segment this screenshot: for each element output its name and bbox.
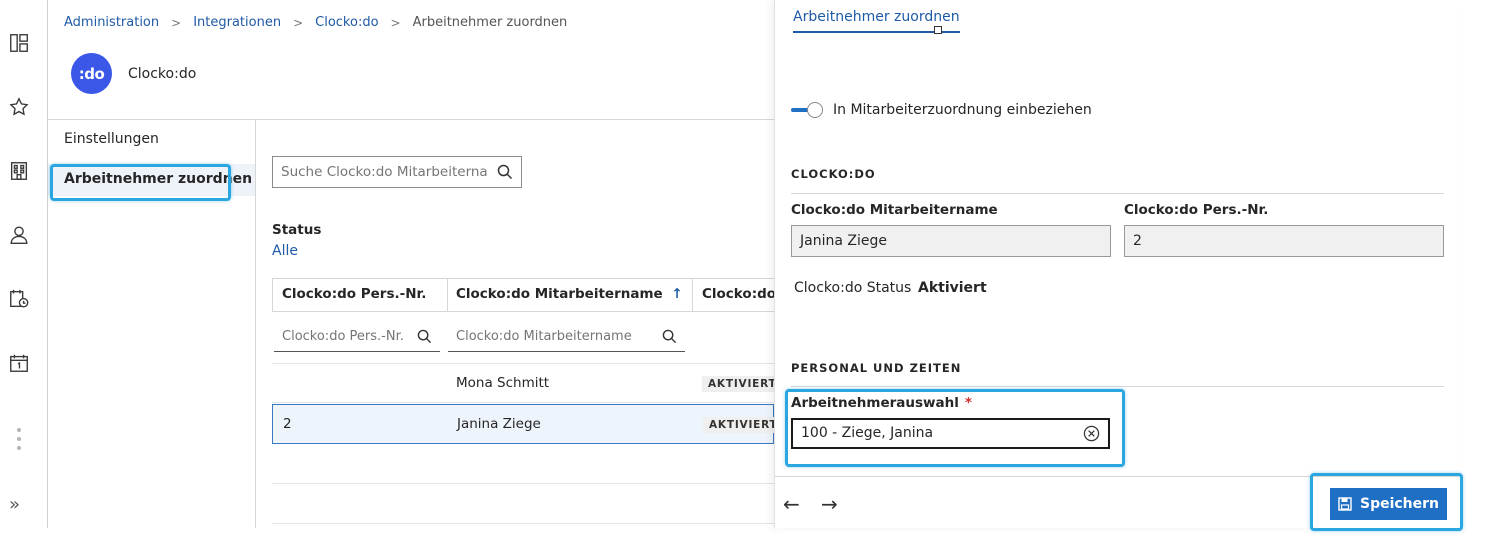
expand-icon[interactable]: » <box>9 494 20 515</box>
search-icon[interactable] <box>662 329 677 348</box>
column-header-label: Clocko:do Mitarbeitername <box>456 286 663 302</box>
chevron-right-icon: > <box>293 15 304 30</box>
status-label: Clocko:do Status <box>794 280 912 296</box>
name-field-label: Clocko:do Mitarbeitername <box>791 202 998 218</box>
search-box <box>272 156 522 188</box>
building-icon[interactable] <box>7 159 31 183</box>
section-title-personal: PERSONAL UND ZEITEN <box>791 361 962 375</box>
dashboard-icon[interactable] <box>7 31 31 55</box>
table-row-empty <box>272 484 774 524</box>
subnav-item-einstellungen[interactable]: Einstellungen <box>64 131 159 147</box>
cell-mitarbeitername: Janina Ziege <box>457 416 541 432</box>
calendar-icon[interactable] <box>7 351 31 375</box>
highlight-select <box>785 389 1125 467</box>
name-field: Janina Ziege <box>791 225 1111 257</box>
column-header-mitarbeitername[interactable]: Clocko:do Mitarbeitername ↑ <box>456 286 683 302</box>
cell-mitarbeitername: Mona Schmitt <box>456 375 550 391</box>
breadcrumb-administration[interactable]: Administration <box>64 15 159 30</box>
subnav-divider <box>255 120 256 528</box>
column-divider <box>692 278 693 312</box>
table-row[interactable]: Mona Schmitt AKTIVIERT <box>272 363 783 403</box>
nr-field-label: Clocko:do Pers.-Nr. <box>1124 202 1269 218</box>
table-row-selected[interactable]: 2 Janina Ziege AKTIVIERT <box>272 404 784 444</box>
toggle-knob <box>807 102 823 118</box>
icon-rail: » <box>0 0 48 528</box>
search-icon[interactable] <box>417 329 432 348</box>
status-badge: AKTIVIERT <box>702 376 783 392</box>
more-icon[interactable] <box>17 428 23 455</box>
status-filter-label: Status <box>272 222 322 238</box>
section-title-clockodo: CLOCKO:DO <box>791 167 876 181</box>
header-divider <box>48 119 774 120</box>
filter-mitarbeitername <box>448 322 685 352</box>
search-icon[interactable] <box>497 164 513 184</box>
cell-pers-nr: 2 <box>283 416 292 432</box>
sort-ascending-icon[interactable]: ↑ <box>671 286 682 302</box>
filter-mitarbeitername-input[interactable] <box>448 322 644 350</box>
status-filter-value[interactable]: Alle <box>272 243 298 259</box>
chevron-right-icon: > <box>171 15 182 30</box>
column-header-status[interactable]: Clocko:do S <box>702 286 774 302</box>
person-icon[interactable] <box>7 223 31 247</box>
filter-pers-nr <box>274 322 440 352</box>
include-toggle[interactable] <box>791 102 823 118</box>
highlight-save <box>1310 473 1463 531</box>
breadcrumb: Administration > Integrationen > Clocko:… <box>64 15 567 30</box>
resize-handle[interactable] <box>934 26 942 34</box>
nr-field: 2 <box>1124 225 1444 257</box>
breadcrumb-clockodo[interactable]: Clocko:do <box>315 15 378 30</box>
column-divider <box>447 278 448 312</box>
status-value: Aktiviert <box>918 280 987 296</box>
status-badge: AKTIVIERT <box>703 417 784 433</box>
table-row-empty <box>272 444 774 484</box>
column-header-pers-nr[interactable]: Clocko:do Pers.-Nr. <box>282 286 426 302</box>
app-logo: :do <box>71 53 112 94</box>
page-title: Clocko:do <box>128 66 197 82</box>
chevron-right-icon: > <box>390 15 401 30</box>
filter-pers-nr-input[interactable] <box>274 322 404 350</box>
arrow-right-icon[interactable]: → <box>821 492 838 516</box>
breadcrumb-current: Arbeitnehmer zuordnen <box>412 15 568 30</box>
include-toggle-label: In Mitarbeiterzuordnung einbeziehen <box>833 102 1092 118</box>
detail-panel: Arbeitnehmer zuordnen In Mitarbeiterzuor… <box>774 0 1463 531</box>
section-divider <box>791 386 1444 387</box>
section-divider <box>791 193 1444 194</box>
search-input[interactable] <box>273 157 488 187</box>
calendar-clock-icon[interactable] <box>7 287 31 311</box>
breadcrumb-integrationen[interactable]: Integrationen <box>193 15 281 30</box>
highlight-subnav <box>50 164 231 201</box>
star-icon[interactable] <box>7 95 31 119</box>
column-divider <box>272 278 273 312</box>
arrow-left-icon[interactable]: ← <box>783 492 800 516</box>
